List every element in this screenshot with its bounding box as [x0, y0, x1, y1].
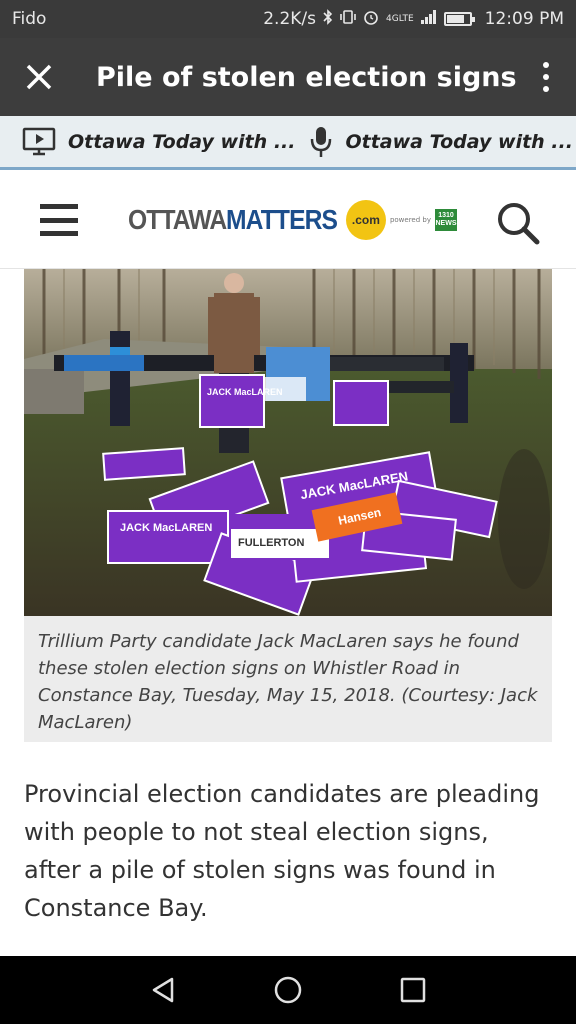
audio-item-radio[interactable]: Ottawa Today with ...: [295, 116, 576, 167]
more-options-button[interactable]: [516, 38, 576, 116]
article-body-paragraph: Provincial election candidates are plead…: [24, 780, 540, 922]
home-button[interactable]: [268, 970, 308, 1010]
tv-play-icon: [22, 127, 56, 155]
network-type: 4GLTE: [386, 13, 414, 24]
stolen-signs-photo: JACK MacLAREN JACK MacLAREN JACK MacLARE…: [24, 269, 552, 616]
back-icon: [152, 977, 173, 1003]
logo-dotcom: .com: [345, 200, 386, 240]
site-logo[interactable]: OTTAWA MATTERS .com powered by 1310 NEWS: [128, 200, 457, 240]
close-button[interactable]: [0, 38, 78, 116]
photo-sign-text: JACK MacLAREN: [120, 522, 212, 534]
recents-button[interactable]: [393, 970, 433, 1010]
status-icons: 2.2K/s 4GLTE 12:09 PM: [263, 9, 564, 29]
close-icon: [26, 64, 52, 90]
news-badge-word: NEWS: [435, 220, 457, 227]
photo-sign-text: JACK MacLAREN: [207, 387, 283, 397]
alarm-icon: [363, 9, 379, 29]
hamburger-line: [40, 231, 78, 236]
app-bar: Pile of stolen election signs...: [0, 38, 576, 116]
clock: 12:09 PM: [484, 9, 564, 29]
status-bar: Fido 2.2K/s 4GLTE 12:09 PM: [0, 0, 576, 38]
site-header: OTTAWA MATTERS .com powered by 1310 NEWS: [0, 173, 576, 269]
search-icon: [498, 203, 540, 245]
audio-item-label: Ottawa Today with ...: [345, 130, 573, 153]
hamburger-line: [40, 217, 78, 223]
more-vert-dot: [543, 86, 549, 92]
signal-icon: [420, 10, 437, 28]
hamburger-menu-icon[interactable]: [40, 204, 78, 236]
news-1310-logo: 1310 NEWS: [434, 209, 457, 231]
audio-stream-bar: Ottawa Today with ... Ottawa Today with …: [0, 116, 576, 170]
logo-matters: MATTERS: [225, 204, 338, 235]
vibrate-icon: [340, 9, 356, 29]
bluetooth-icon: [323, 9, 333, 29]
home-icon: [274, 976, 302, 1004]
battery-icon: [443, 12, 475, 26]
audio-item-label: Ottawa Today with ...: [68, 130, 296, 153]
net-speed: 2.2K/s: [263, 9, 316, 29]
search-button[interactable]: [495, 200, 541, 246]
photo-caption: Trillium Party candidate Jack MacLaren s…: [24, 616, 552, 742]
hamburger-line: [40, 204, 78, 209]
logo-ottawa: OTTAWA: [128, 204, 227, 235]
back-button[interactable]: [143, 970, 183, 1010]
powered-by-label: powered by: [389, 216, 431, 224]
recents-icon: [401, 977, 426, 1003]
photo-sign-text: FULLERTON: [238, 537, 304, 549]
more-vert-dot: [543, 74, 549, 80]
audio-item-video[interactable]: Ottawa Today with ...: [0, 116, 295, 167]
microphone-icon: [311, 126, 332, 157]
system-nav-bar: [0, 956, 576, 1024]
news-badge-number: 1310: [438, 212, 454, 219]
more-vert-icon: [543, 62, 549, 68]
page-title: Pile of stolen election signs...: [96, 61, 516, 93]
carrier-name: Fido: [12, 9, 47, 29]
article-photo: JACK MacLAREN JACK MacLAREN JACK MacLARE…: [24, 269, 552, 616]
